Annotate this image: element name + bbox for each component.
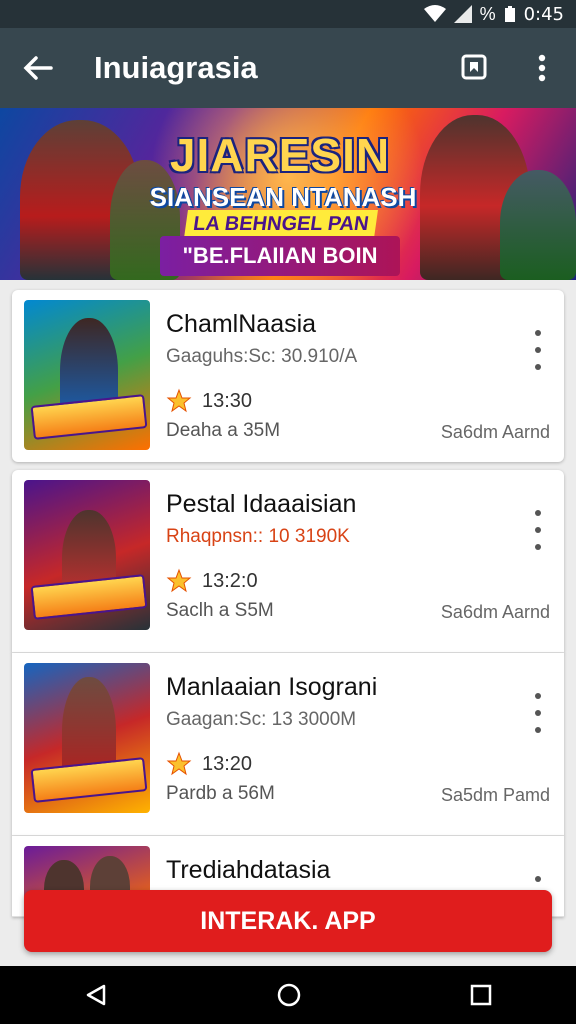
star-icon	[166, 388, 192, 413]
game-meta: Sa6dm Aarnd	[440, 602, 550, 622]
nav-back-icon[interactable]	[84, 983, 108, 1007]
game-size: Pardb a 56M	[166, 783, 275, 804]
item-more-button[interactable]	[524, 693, 552, 733]
overflow-menu-button[interactable]	[508, 28, 576, 108]
game-name: ChamlNaasia	[166, 310, 317, 338]
game-subtitle: Gaaguhs:Sc: 30.910/A	[166, 346, 358, 367]
back-button[interactable]	[0, 28, 76, 108]
game-name: Pestal Idaaaisian	[166, 490, 357, 518]
bookmark-icon	[461, 54, 487, 80]
game-size: Saclh a S5M	[166, 600, 274, 621]
status-bar: % 0:45	[0, 0, 576, 28]
game-size: Deaha a 35M	[166, 420, 281, 441]
game-logo	[30, 394, 148, 440]
item-more-button[interactable]	[524, 510, 552, 550]
banner-tagline: LA BEHNGEL PAN	[184, 210, 378, 238]
game-rating: 13:2:0	[166, 568, 258, 594]
clock: 0:45	[523, 3, 564, 25]
banner-subline: SIANSEAN NTANASH	[149, 182, 417, 212]
page-title: Inuiagrasia	[94, 50, 258, 85]
back-arrow-icon	[23, 56, 53, 80]
list-item[interactable]: Pestal Idaaaisian Rhaqpnsn:: 10 3190K 13…	[12, 470, 564, 653]
install-app-button[interactable]: INTERAK. APP	[24, 890, 552, 952]
game-logo	[30, 757, 148, 803]
game-subtitle: Gaagan:Sc: 13 3000M	[166, 709, 357, 730]
item-more-button[interactable]	[524, 330, 552, 370]
game-name: Manlaaian Isograni	[166, 673, 378, 701]
star-icon	[166, 751, 192, 776]
game-logo	[30, 574, 148, 620]
rating-value: 13:2:0	[202, 569, 258, 592]
banner-character-right2	[500, 170, 576, 280]
battery-icon	[504, 6, 515, 22]
banner-headline: JIARESIN	[169, 129, 391, 181]
star-icon	[166, 568, 192, 593]
game-rating: 13:20	[166, 751, 252, 777]
list-item[interactable]: ChamlNaasia Gaaguhs:Sc: 30.910/A 13:30 D…	[12, 290, 564, 462]
game-rating: 13:30	[166, 388, 252, 414]
game-name: Trediahdatasia	[166, 856, 331, 884]
game-subtitle: Rhaqpnsn:: 10 3190K	[166, 526, 350, 547]
game-thumbnail	[24, 480, 150, 630]
rating-value: 13:30	[202, 389, 253, 412]
game-meta: Sa6dm Aarnd	[440, 422, 550, 442]
system-nav-bar	[0, 966, 576, 1024]
promo-banner[interactable]: JIARESIN SIANSEAN NTANASH LA BEHNGEL PAN…	[0, 108, 576, 280]
battery-percent-text: %	[479, 3, 496, 24]
rating-value: 13:20	[202, 752, 253, 775]
list-item[interactable]: Manlaaian Isograni Gaagan:Sc: 13 3000M 1…	[12, 653, 564, 836]
nav-home-icon[interactable]	[276, 982, 302, 1008]
game-thumbnail	[24, 300, 150, 450]
more-vertical-icon	[538, 54, 546, 82]
signal-icon	[453, 5, 472, 23]
game-meta: Sa5dm Pamd	[440, 785, 550, 805]
wifi-icon	[423, 5, 446, 22]
game-list: ChamlNaasia Gaaguhs:Sc: 30.910/A 13:30 D…	[12, 290, 564, 917]
app-bar: Inuiagrasia	[0, 28, 576, 108]
banner-pill: "BE.FLAIIAN BOIN	[160, 236, 400, 276]
nav-recents-icon[interactable]	[470, 984, 492, 1006]
bookmark-button[interactable]	[440, 28, 508, 108]
game-thumbnail	[24, 663, 150, 813]
